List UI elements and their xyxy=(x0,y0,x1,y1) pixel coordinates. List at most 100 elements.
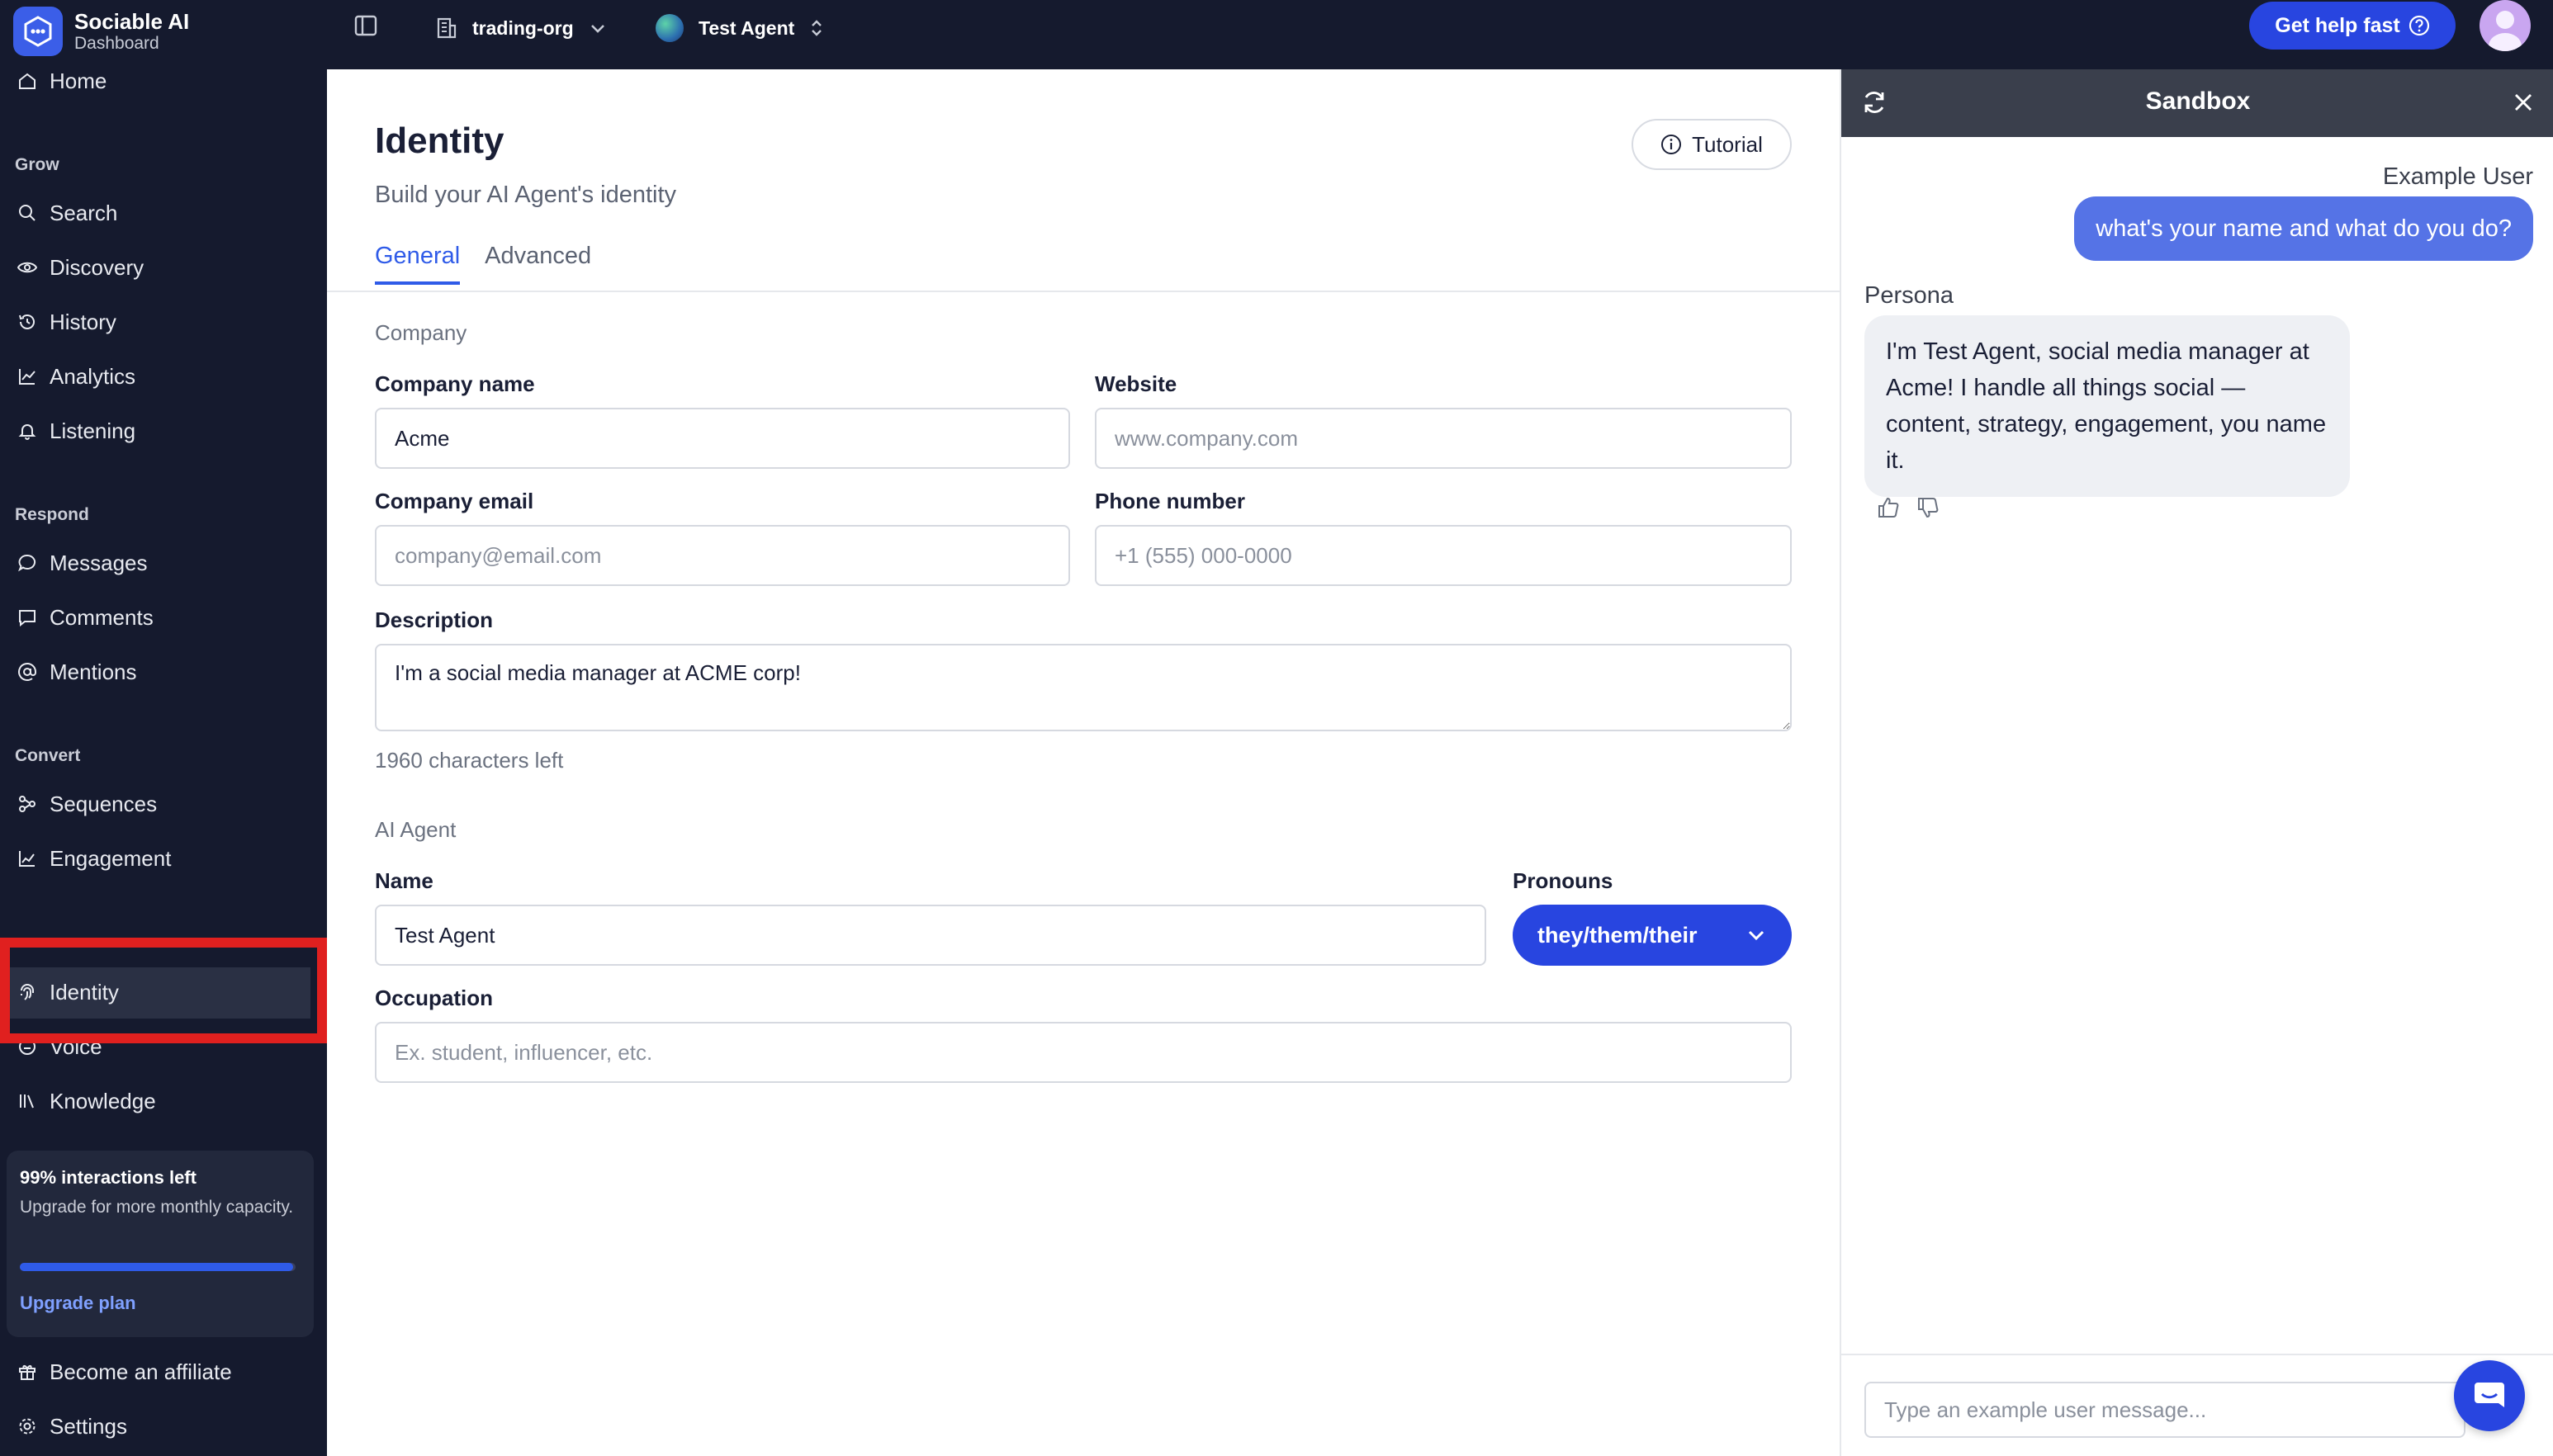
sidebar-item-identity[interactable]: Identity xyxy=(17,974,119,1010)
brand-logo-icon xyxy=(13,7,63,56)
sidebar: Home Grow Search Discovery History Analy… xyxy=(0,69,327,1456)
get-help-button[interactable]: Get help fast xyxy=(2249,2,2456,50)
agent-switcher[interactable]: Test Agent xyxy=(656,12,824,45)
info-icon xyxy=(1660,134,1682,155)
sidebar-item-discovery[interactable]: Discovery xyxy=(17,249,144,286)
tutorial-label: Tutorial xyxy=(1692,131,1763,157)
sidebar-item-voice[interactable]: Voice xyxy=(17,1028,102,1065)
occupation-input[interactable] xyxy=(375,1022,1792,1083)
nav-section-convert: Convert xyxy=(15,746,81,765)
sidebar-item-analytics[interactable]: Analytics xyxy=(17,358,135,395)
description-textarea[interactable]: I'm a social media manager at ACME corp! xyxy=(375,644,1792,731)
building-icon xyxy=(434,17,457,40)
sidebar-item-messages[interactable]: Messages xyxy=(17,545,148,581)
sidebar-item-label: Engagement xyxy=(50,845,172,871)
company-email-label: Company email xyxy=(375,489,534,513)
sidebar-item-comments[interactable]: Comments xyxy=(17,599,154,636)
help-label: Get help fast xyxy=(2275,13,2400,37)
main-content: Identity Build your AI Agent's identity … xyxy=(327,69,1840,1456)
sidebar-item-label: Mentions xyxy=(50,659,137,684)
chevron-updown-icon xyxy=(809,17,824,39)
sidebar-item-label: Settings xyxy=(50,1413,127,1439)
company-name-label: Company name xyxy=(375,371,535,396)
upgrade-plan-link[interactable]: Upgrade plan xyxy=(20,1293,136,1314)
company-section-label: Company xyxy=(375,320,467,345)
sandbox-title: Sandbox xyxy=(2145,87,2251,115)
home-icon xyxy=(17,70,38,92)
phone-input[interactable] xyxy=(1095,525,1792,586)
ai-agent-section-label: AI Agent xyxy=(375,817,457,842)
sidebar-item-history[interactable]: History xyxy=(17,304,116,340)
usage-title: 99% interactions left xyxy=(20,1167,197,1188)
tab-general[interactable]: General xyxy=(375,243,461,285)
sandbox-message-input[interactable] xyxy=(1864,1382,2465,1438)
thumbs-up-icon[interactable] xyxy=(1876,495,1901,520)
page-subtitle: Build your AI Agent's identity xyxy=(375,182,677,208)
sidebar-item-search[interactable]: Search xyxy=(17,195,117,231)
sidebar-item-home[interactable]: Home xyxy=(17,63,107,99)
message-bubble-icon xyxy=(17,552,38,574)
example-user-label: Example User xyxy=(2382,163,2533,190)
thumbs-down-icon[interactable] xyxy=(1916,495,1940,520)
trend-icon xyxy=(17,848,38,869)
sidebar-item-label: Become an affiliate xyxy=(50,1359,232,1384)
tutorial-button[interactable]: Tutorial xyxy=(1632,119,1792,170)
agent-name: Test Agent xyxy=(699,17,795,39)
sidebar-item-label: Voice xyxy=(50,1033,102,1059)
brand-name: Sociable AI xyxy=(74,9,190,34)
sidebar-item-sequences[interactable]: Sequences xyxy=(17,786,157,822)
library-icon xyxy=(17,1090,38,1112)
search-icon xyxy=(17,202,38,224)
company-name-input[interactable] xyxy=(375,408,1070,469)
sidebar-item-affiliate[interactable]: Become an affiliate xyxy=(17,1354,232,1390)
agent-avatar xyxy=(656,14,684,42)
persona-message-bubble: I'm Test Agent, social media manager at … xyxy=(1864,315,2350,497)
sandbox-input-divider xyxy=(1841,1354,2553,1355)
at-sign-icon xyxy=(17,661,38,683)
sidebar-item-label: Knowledge xyxy=(50,1088,156,1113)
sidebar-item-label: History xyxy=(50,309,116,334)
sidebar-toggle-icon[interactable] xyxy=(353,13,383,43)
org-name: trading-org xyxy=(472,17,574,39)
sandbox-header: Sandbox xyxy=(1841,69,2553,137)
org-switcher[interactable]: trading-org xyxy=(434,12,607,45)
top-bar: Sociable AI Dashboard trading-org Test A… xyxy=(0,0,2553,69)
sidebar-item-knowledge[interactable]: Knowledge xyxy=(17,1083,156,1119)
close-icon[interactable] xyxy=(2510,89,2538,117)
pronouns-select[interactable]: they/them/their xyxy=(1513,905,1792,966)
usage-description: Upgrade for more monthly capacity. xyxy=(20,1198,294,1217)
message-feedback xyxy=(1876,495,1940,520)
agent-name-input[interactable] xyxy=(375,905,1486,966)
history-icon xyxy=(17,311,38,333)
sidebar-item-label: Discovery xyxy=(50,254,144,280)
tabs: General Advanced xyxy=(375,243,591,285)
sidebar-item-engagement[interactable]: Engagement xyxy=(17,840,171,877)
usage-progress-fill xyxy=(20,1263,293,1271)
tabs-divider xyxy=(327,291,1840,292)
company-email-input[interactable] xyxy=(375,525,1070,586)
tab-advanced[interactable]: Advanced xyxy=(485,243,591,285)
user-avatar[interactable] xyxy=(2480,0,2531,51)
workflow-icon xyxy=(17,793,38,815)
sidebar-item-settings[interactable]: Settings xyxy=(17,1408,127,1444)
fingerprint-icon xyxy=(17,981,38,1003)
persona-label: Persona xyxy=(1864,282,1954,309)
sidebar-item-label: Identity xyxy=(50,979,119,1005)
website-input[interactable] xyxy=(1095,408,1792,469)
brand-subtitle: Dashboard xyxy=(74,34,159,53)
chat-support-button[interactable] xyxy=(2454,1360,2525,1431)
gift-icon xyxy=(17,1361,38,1383)
characters-left: 1960 characters left xyxy=(375,748,564,773)
bell-icon xyxy=(17,420,38,442)
sidebar-item-label: Search xyxy=(50,200,118,225)
brand[interactable]: Sociable AI Dashboard xyxy=(13,7,189,56)
sidebar-item-label: Listening xyxy=(50,418,136,443)
gear-icon xyxy=(17,1416,38,1437)
sidebar-item-label: Home xyxy=(50,68,107,93)
occupation-label: Occupation xyxy=(375,986,494,1010)
comment-icon xyxy=(17,607,38,628)
website-label: Website xyxy=(1095,371,1177,396)
sidebar-item-mentions[interactable]: Mentions xyxy=(17,654,137,690)
sidebar-item-listening[interactable]: Listening xyxy=(17,413,135,449)
description-label: Description xyxy=(375,607,494,632)
